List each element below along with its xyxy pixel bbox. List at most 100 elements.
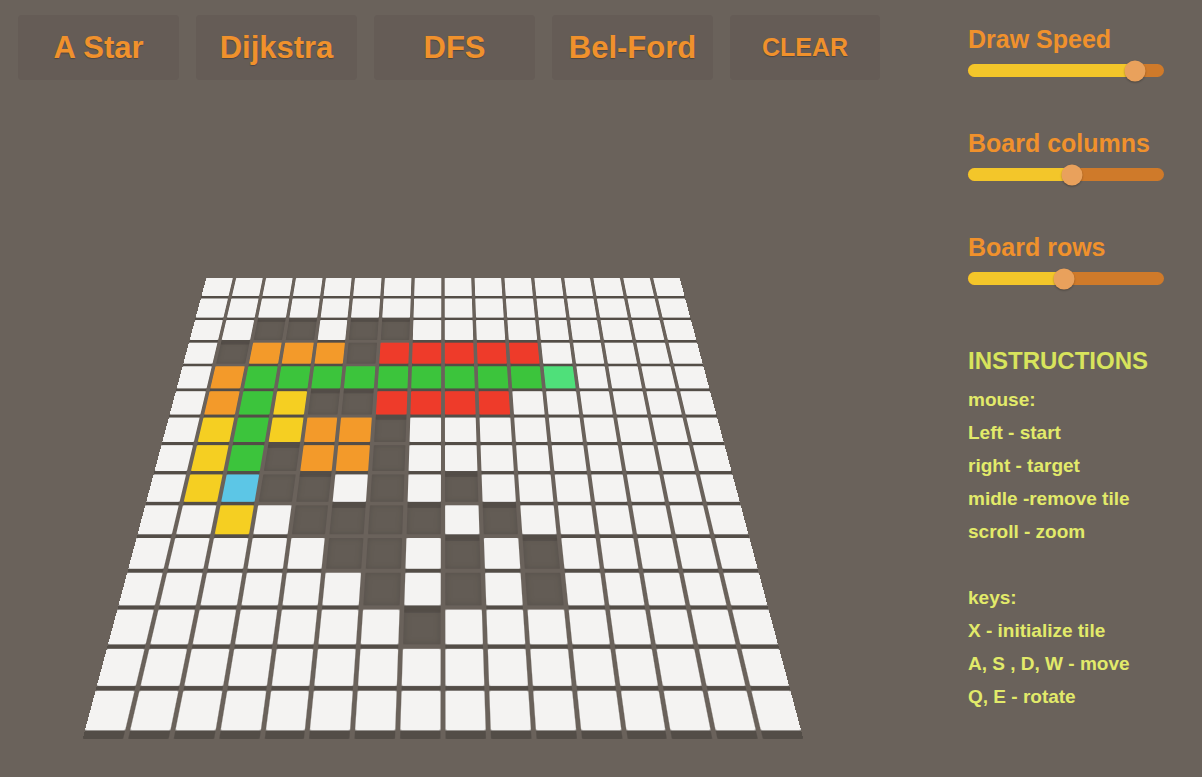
algorithm-button[interactable]: A Star	[18, 15, 179, 80]
path-cell[interactable]	[311, 366, 343, 388]
slider-track[interactable]	[968, 64, 1164, 77]
tile-cell[interactable]	[506, 298, 535, 317]
tile-cell[interactable]	[361, 610, 400, 645]
tile-cell[interactable]	[486, 610, 525, 645]
tile-cell[interactable]	[222, 320, 254, 340]
tile-cell[interactable]	[384, 278, 412, 296]
start-cell[interactable]	[221, 474, 259, 501]
removed-cell[interactable]	[216, 343, 249, 364]
tile-cell[interactable]	[609, 366, 643, 388]
tile-cell[interactable]	[644, 573, 686, 606]
tile-cell[interactable]	[623, 278, 654, 296]
tile-cell[interactable]	[597, 298, 628, 317]
tile-cell[interactable]	[657, 649, 702, 686]
tile-cell[interactable]	[732, 610, 778, 645]
tile-cell[interactable]	[568, 610, 609, 645]
tile-cell[interactable]	[108, 610, 154, 645]
removed-cell[interactable]	[403, 610, 441, 645]
tile-cell[interactable]	[320, 298, 350, 317]
tile-cell[interactable]	[480, 445, 513, 471]
tile-cell[interactable]	[599, 538, 638, 569]
visited-cell[interactable]	[412, 343, 441, 364]
tile-cell[interactable]	[669, 343, 703, 364]
tile-cell[interactable]	[507, 320, 537, 340]
visited-cell[interactable]	[478, 391, 509, 414]
tile-cell[interactable]	[670, 505, 710, 534]
tile-cell[interactable]	[664, 474, 703, 501]
removed-cell[interactable]	[445, 538, 480, 569]
tile-cell[interactable]	[680, 391, 716, 414]
tile-cell[interactable]	[691, 610, 736, 645]
tile-cell[interactable]	[684, 573, 727, 606]
tile-cell[interactable]	[576, 366, 609, 388]
visited-cell[interactable]	[411, 391, 442, 414]
algorithm-button[interactable]: Dijkstra	[196, 15, 357, 80]
tile-cell[interactable]	[228, 649, 272, 686]
tile-cell[interactable]	[475, 298, 503, 317]
target-cell[interactable]	[543, 366, 575, 388]
tile-cell[interactable]	[530, 649, 571, 686]
tile-cell[interactable]	[534, 278, 563, 296]
tile-cell[interactable]	[479, 418, 511, 443]
slider-track[interactable]	[968, 272, 1164, 285]
tile-cell[interactable]	[488, 649, 528, 686]
removed-cell[interactable]	[349, 320, 379, 340]
removed-cell[interactable]	[366, 538, 402, 569]
removed-cell[interactable]	[372, 445, 405, 471]
tile-cell[interactable]	[445, 610, 483, 645]
tile-cell[interactable]	[658, 445, 696, 471]
tile-cell[interactable]	[315, 649, 356, 686]
tile-cell[interactable]	[410, 418, 441, 443]
tile-cell[interactable]	[632, 505, 671, 534]
tile-cell[interactable]	[253, 505, 291, 534]
visited-cell[interactable]	[509, 343, 540, 364]
tile-cell[interactable]	[310, 691, 353, 731]
tile-cell[interactable]	[146, 474, 186, 501]
tile-cell[interactable]	[577, 691, 621, 731]
removed-cell[interactable]	[263, 445, 299, 471]
path-cell[interactable]	[277, 366, 310, 388]
tile-cell[interactable]	[323, 573, 362, 606]
tile-cell[interactable]	[265, 691, 309, 731]
tile-cell[interactable]	[200, 573, 242, 606]
tile-cell[interactable]	[595, 505, 633, 534]
tile-cell[interactable]	[609, 610, 651, 645]
tile-cell[interactable]	[154, 445, 192, 471]
tile-cell[interactable]	[663, 320, 696, 340]
path-cell[interactable]	[445, 366, 475, 388]
frontier-cell[interactable]	[249, 343, 282, 364]
removed-cell[interactable]	[525, 573, 564, 606]
frontier-cell[interactable]	[204, 391, 239, 414]
tile-cell[interactable]	[445, 649, 484, 686]
frontier-cell[interactable]	[281, 343, 313, 364]
tile-cell[interactable]	[674, 366, 709, 388]
tile-cell[interactable]	[579, 391, 613, 414]
algorithm-button[interactable]: Bel-Ford	[552, 15, 713, 80]
tile-cell[interactable]	[583, 418, 618, 443]
tile-cell[interactable]	[192, 610, 235, 645]
tile-cell[interactable]	[481, 474, 515, 501]
tile-cell[interactable]	[400, 691, 440, 731]
removed-cell[interactable]	[445, 474, 478, 501]
tile-cell[interactable]	[647, 391, 682, 414]
tile-cell[interactable]	[601, 320, 633, 340]
tile-cell[interactable]	[536, 298, 566, 317]
tile-cell[interactable]	[512, 391, 544, 414]
tile-cell[interactable]	[485, 573, 522, 606]
removed-cell[interactable]	[258, 474, 295, 501]
searched-cell[interactable]	[268, 418, 303, 443]
tile-cell[interactable]	[353, 278, 381, 296]
tile-cell[interactable]	[118, 573, 162, 606]
removed-cell[interactable]	[522, 538, 559, 569]
visited-cell[interactable]	[477, 343, 507, 364]
tile-cell[interactable]	[474, 278, 502, 296]
tile-cell[interactable]	[707, 505, 748, 534]
slider-track[interactable]	[968, 168, 1164, 181]
tile-cell[interactable]	[518, 474, 553, 501]
tile-cell[interactable]	[564, 573, 604, 606]
tile-cell[interactable]	[489, 691, 530, 731]
path-cell[interactable]	[510, 366, 541, 388]
tile-cell[interactable]	[572, 649, 615, 686]
tile-cell[interactable]	[445, 298, 473, 317]
tile-cell[interactable]	[652, 418, 688, 443]
